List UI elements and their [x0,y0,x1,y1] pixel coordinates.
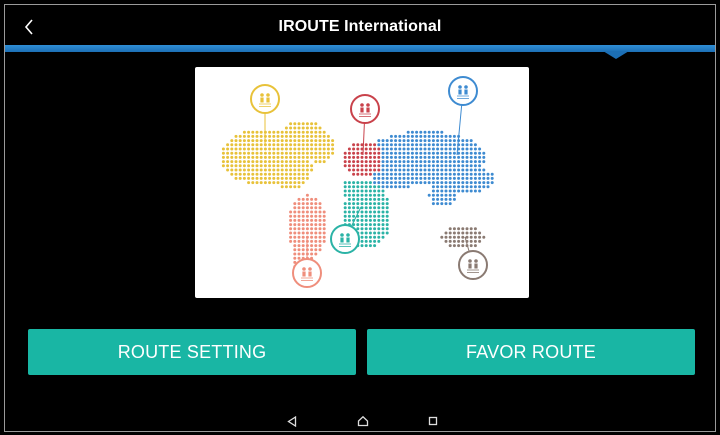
nav-home-button[interactable] [355,413,371,429]
nav-recents-button[interactable] [425,413,441,429]
header-accent-notch [603,51,629,59]
person-pin-icon [458,236,488,280]
triangle-back-icon [287,415,297,427]
favor-route-button[interactable]: FAVOR ROUTE [367,329,695,375]
route-setting-button[interactable]: ROUTE SETTING [28,329,356,375]
system-nav-bar [5,401,715,431]
world-map-illustration [195,67,529,298]
world-map-icon [221,76,494,288]
square-recents-icon [428,416,438,426]
page-title: IROUTE International [278,18,442,35]
person-pin-icon [330,206,362,254]
app-window: IROUTE International ROUTE SETTING FAVOR… [4,4,716,432]
app-header: IROUTE International [5,5,715,49]
person-pin-icon [448,76,478,156]
home-icon [357,415,369,427]
nav-back-button[interactable] [284,413,300,429]
